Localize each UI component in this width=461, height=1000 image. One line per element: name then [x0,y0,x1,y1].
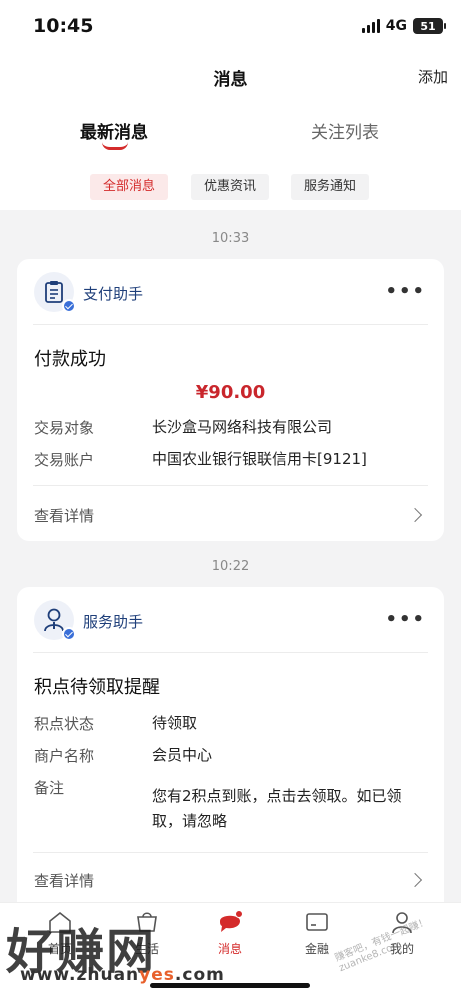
tab-follow-list[interactable]: 关注列表 [311,118,379,143]
page-title: 消息 [213,70,248,90]
view-details-link[interactable]: 查看详情 [34,505,94,526]
tab-latest-messages[interactable]: 最新消息 [80,118,148,143]
row-value: 您有2积点到账，点击去领取。如已领取，请忽略 [152,787,402,830]
sender-name: 支付助手 [83,285,144,303]
status-bar: 10:45 4G 51 [0,0,461,56]
status-indicators: 4G 51 [361,18,446,34]
message-icon [220,910,243,932]
signal-icon [361,19,380,33]
clipboard-icon [45,281,63,303]
row-value: 中国农业银行银联信用卡[9121] [152,450,367,468]
verified-badge-icon [62,627,76,641]
row-label: 备注 [34,779,65,797]
active-tab-indicator [102,142,128,150]
row-value: 会员中心 [152,746,213,764]
sender-name: 服务助手 [83,613,144,631]
row-value: 待领取 [152,714,198,732]
row-label: 交易对象 [34,419,95,437]
filter-all-messages[interactable]: 全部消息 [90,174,169,200]
avatar [34,272,76,313]
message-card-points[interactable]: 服务助手 ••• 积点待领取提醒 积点状态 待领取 商户名称 会员中心 备注 您… [17,587,444,917]
row-value: 长沙盒马网络科技有限公司 [152,418,333,436]
row-label: 商户名称 [34,747,95,765]
avatar [34,600,76,641]
payment-amount: ¥90.00 [195,382,266,403]
view-details-link[interactable]: 查看详情 [34,870,94,891]
filter-promotions[interactable]: 优惠资讯 [191,174,270,200]
divider [33,485,428,486]
chevron-right-icon[interactable] [407,872,423,888]
nav-label: 消息 [217,942,242,956]
message-card-payment[interactable]: 支付助手 ••• 付款成功 ¥90.00 交易对象 长沙盒马网络科技有限公司 交… [17,259,444,541]
message-title: 积点待领取提醒 [34,677,160,698]
battery-icon: 51 [413,18,446,34]
add-button[interactable]: 添加 [418,66,448,87]
row-label: 积点状态 [34,715,95,733]
status-time: 10:45 [33,15,94,37]
divider [33,652,428,653]
more-icon[interactable]: ••• [385,281,426,302]
row-label: 交易账户 [34,451,95,469]
more-icon[interactable]: ••• [385,609,426,630]
divider [33,852,428,853]
divider [33,324,428,325]
message-time: 10:33 [211,231,250,246]
watermark-url: www.zhuanyes.com [20,965,225,985]
network-type: 4G [385,18,407,34]
chevron-right-icon[interactable] [407,507,423,523]
header: 消息 添加 最新消息 关注列表 全部消息 优惠资讯 服务通知 [0,56,461,210]
home-indicator [150,983,310,988]
message-time: 10:22 [211,559,250,574]
verified-badge-icon [62,299,76,313]
message-title: 付款成功 [34,349,106,370]
finance-icon [306,913,328,931]
filter-service-notices[interactable]: 服务通知 [291,174,370,200]
